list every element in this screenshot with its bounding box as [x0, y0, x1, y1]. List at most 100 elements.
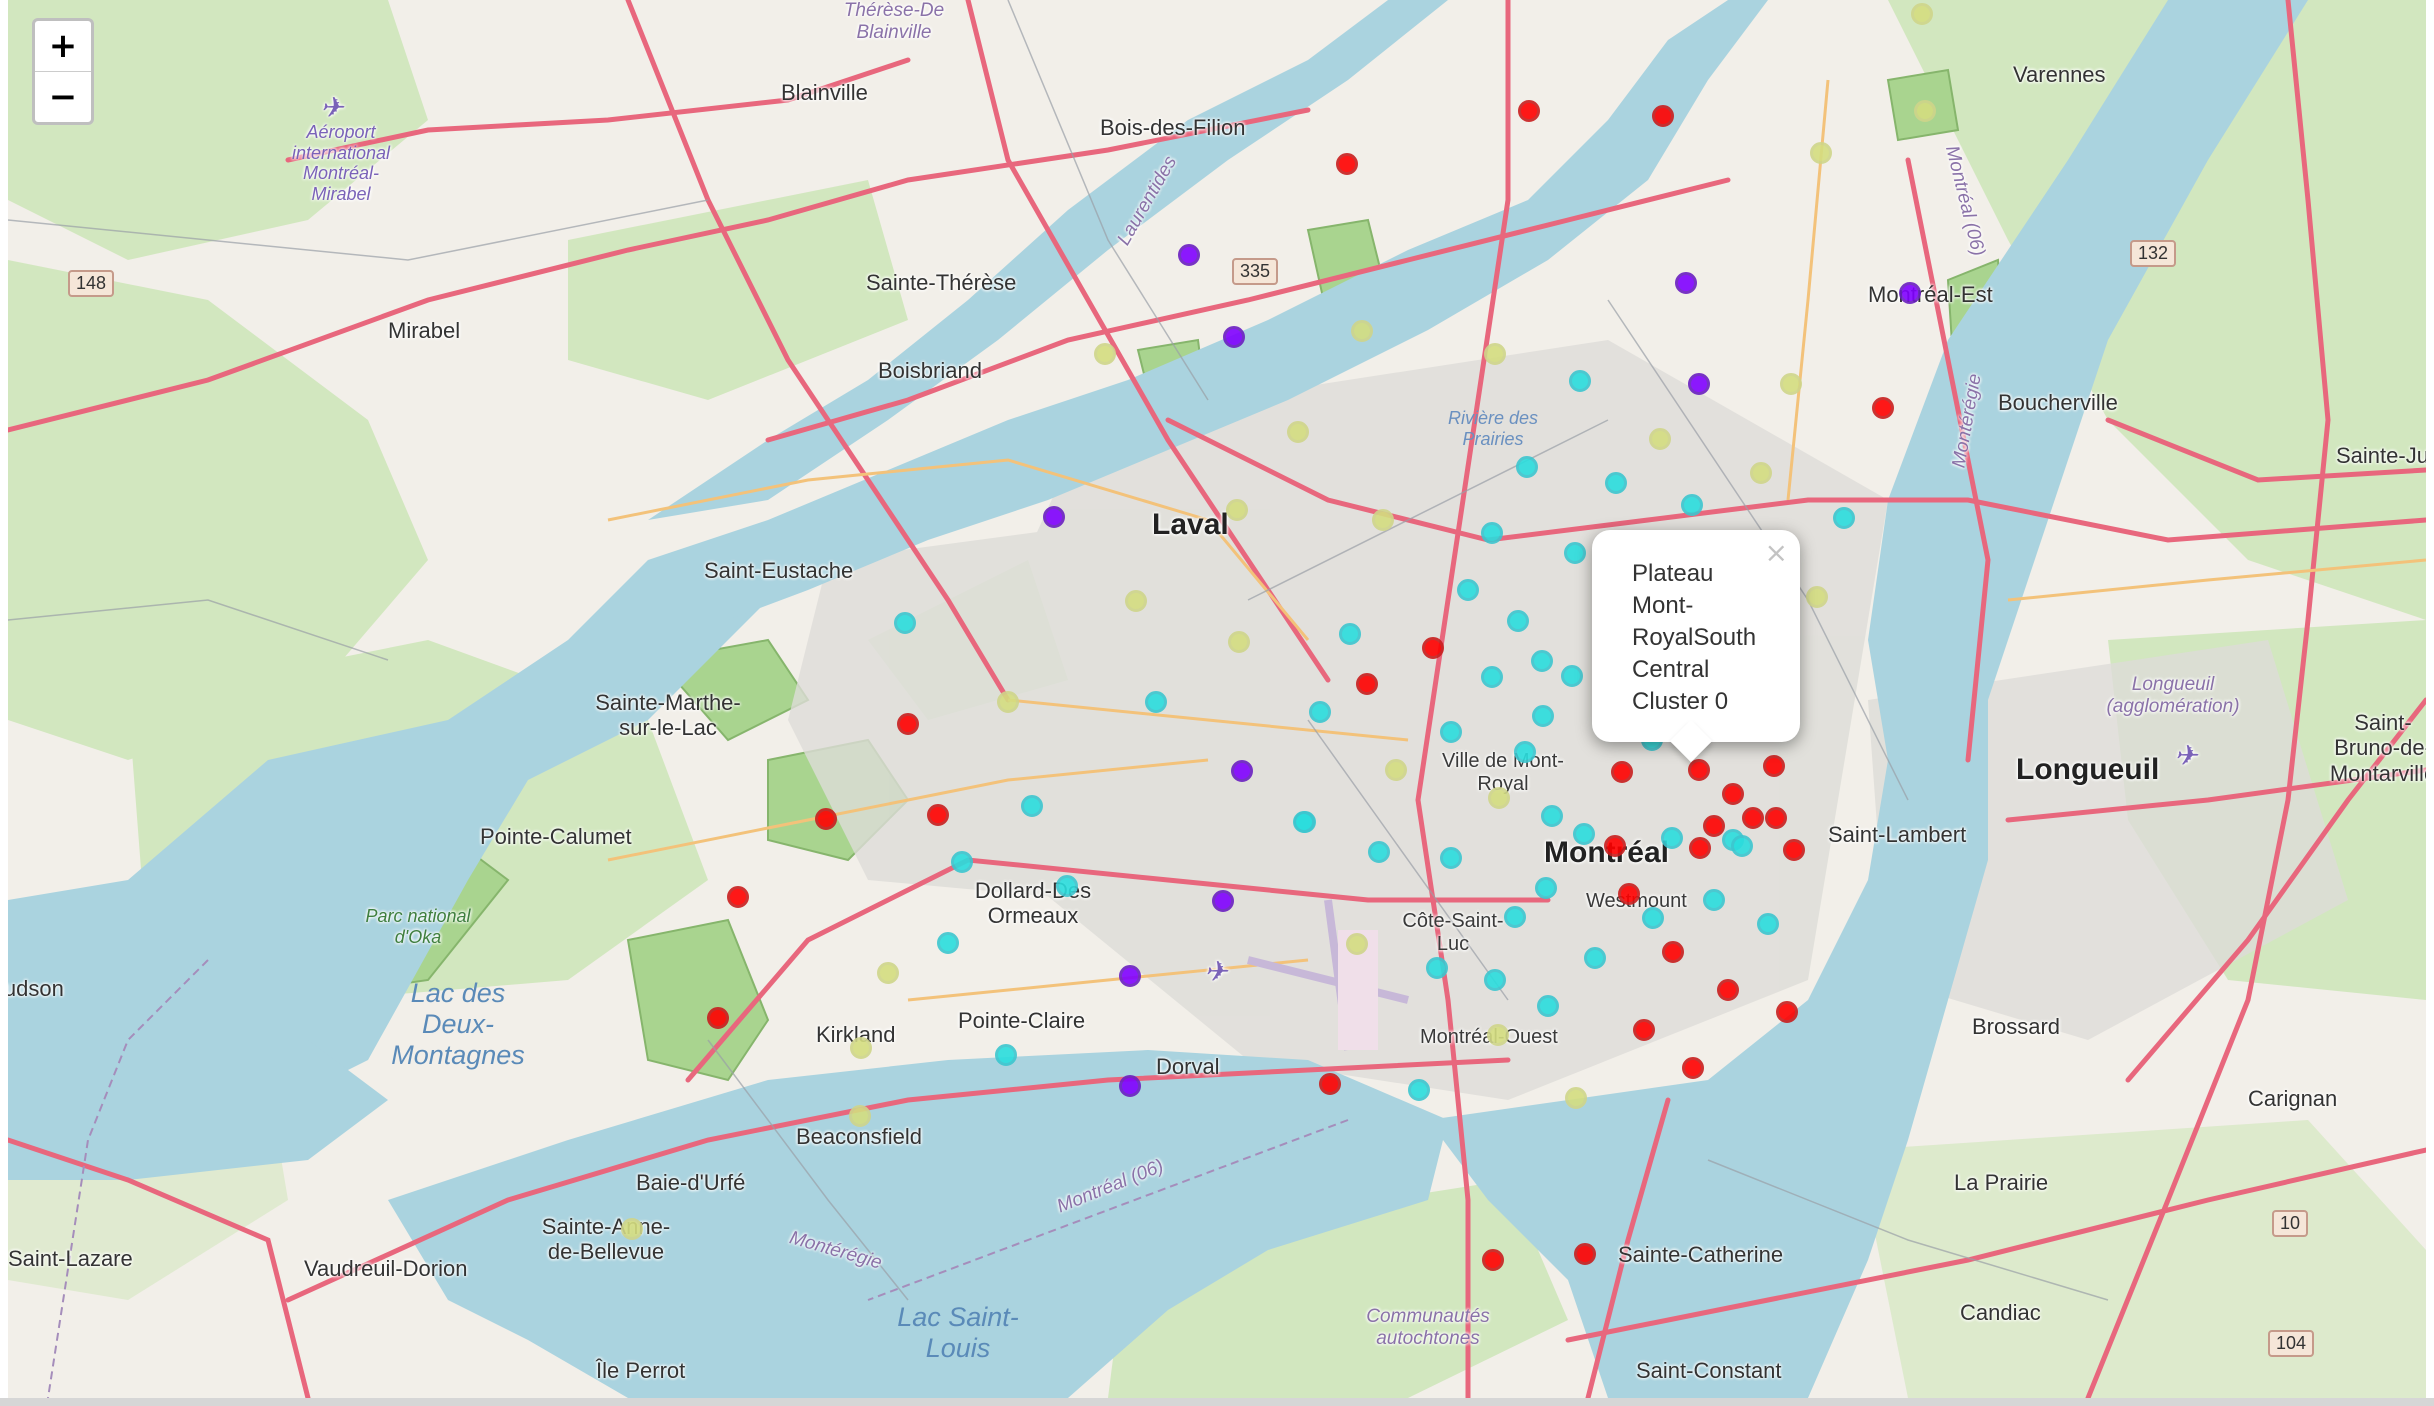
cluster-2-marker[interactable] [1309, 701, 1331, 723]
cluster-0-marker[interactable] [1604, 835, 1626, 857]
cluster-1-marker[interactable] [1119, 965, 1141, 987]
cluster-2-marker[interactable] [894, 612, 916, 634]
cluster-2-marker[interactable] [1408, 1079, 1430, 1101]
cluster-3-marker[interactable] [1351, 320, 1373, 342]
cluster-2-marker[interactable] [1426, 957, 1448, 979]
cluster-2-marker[interactable] [1531, 650, 1553, 672]
cluster-3-marker[interactable] [1484, 343, 1506, 365]
cluster-0-marker[interactable] [1688, 759, 1710, 781]
cluster-2-marker[interactable] [1537, 995, 1559, 1017]
cluster-2-marker[interactable] [1339, 623, 1361, 645]
cluster-0-marker[interactable] [1574, 1243, 1596, 1265]
cluster-2-marker[interactable] [1516, 456, 1538, 478]
cluster-2-marker[interactable] [1056, 875, 1078, 897]
cluster-1-marker[interactable] [1223, 326, 1245, 348]
cluster-0-marker[interactable] [1356, 673, 1378, 695]
cluster-2-marker[interactable] [1833, 507, 1855, 529]
cluster-2-marker[interactable] [1440, 847, 1462, 869]
cluster-1-marker[interactable] [1212, 890, 1234, 912]
cluster-2-marker[interactable] [1532, 705, 1554, 727]
cluster-2-marker[interactable] [1507, 610, 1529, 632]
cluster-0-marker[interactable] [1776, 1001, 1798, 1023]
cluster-0-marker[interactable] [815, 808, 837, 830]
cluster-2-marker[interactable] [1605, 472, 1627, 494]
cluster-2-marker[interactable] [1457, 579, 1479, 601]
cluster-0-marker[interactable] [1518, 100, 1540, 122]
cluster-1-marker[interactable] [1043, 506, 1065, 528]
cluster-3-marker[interactable] [1226, 499, 1248, 521]
cluster-0-marker[interactable] [1336, 153, 1358, 175]
cluster-2-marker[interactable] [1642, 907, 1664, 929]
cluster-3-marker[interactable] [849, 1105, 871, 1127]
cluster-2-marker[interactable] [1584, 947, 1606, 969]
cluster-3-marker[interactable] [1372, 509, 1394, 531]
cluster-0-marker[interactable] [1482, 1249, 1504, 1271]
cluster-1-marker[interactable] [1119, 1075, 1141, 1097]
cluster-0-marker[interactable] [1662, 941, 1684, 963]
cluster-3-marker[interactable] [1780, 373, 1802, 395]
cluster-0-marker[interactable] [1682, 1057, 1704, 1079]
cluster-0-marker[interactable] [1872, 397, 1894, 419]
cluster-2-marker[interactable] [995, 1044, 1017, 1066]
cluster-0-marker[interactable] [927, 804, 949, 826]
cluster-1-marker[interactable] [1231, 760, 1253, 782]
cluster-3-marker[interactable] [1287, 421, 1309, 443]
cluster-3-marker[interactable] [1911, 3, 1933, 25]
cluster-3-marker[interactable] [1125, 590, 1147, 612]
cluster-2-marker[interactable] [1535, 877, 1557, 899]
cluster-3-marker[interactable] [997, 691, 1019, 713]
cluster-3-marker[interactable] [621, 1218, 643, 1240]
zoom-in-button[interactable]: + [35, 21, 91, 71]
cluster-0-marker[interactable] [1783, 839, 1805, 861]
cluster-2-marker[interactable] [1368, 841, 1390, 863]
cluster-3-marker[interactable] [1565, 1087, 1587, 1109]
cluster-2-marker[interactable] [1145, 691, 1167, 713]
cluster-0-marker[interactable] [1742, 807, 1764, 829]
cluster-0-marker[interactable] [1722, 783, 1744, 805]
cluster-2-marker[interactable] [937, 932, 959, 954]
cluster-2-marker[interactable] [1573, 823, 1595, 845]
cluster-0-marker[interactable] [1765, 807, 1787, 829]
cluster-0-marker[interactable] [1618, 883, 1640, 905]
cluster-1-marker[interactable] [1688, 373, 1710, 395]
cluster-1-marker[interactable] [1675, 272, 1697, 294]
cluster-3-marker[interactable] [1806, 586, 1828, 608]
cluster-1-marker[interactable] [1899, 282, 1921, 304]
cluster-2-marker[interactable] [1569, 370, 1591, 392]
cluster-3-marker[interactable] [1346, 933, 1368, 955]
cluster-2-marker[interactable] [1661, 827, 1683, 849]
cluster-2-marker[interactable] [1703, 889, 1725, 911]
cluster-2-marker[interactable] [1021, 795, 1043, 817]
cluster-2-marker[interactable] [1757, 913, 1779, 935]
cluster-2-marker[interactable] [1481, 666, 1503, 688]
cluster-2-marker[interactable] [1514, 741, 1536, 763]
cluster-0-marker[interactable] [707, 1007, 729, 1029]
cluster-3-marker[interactable] [1914, 100, 1936, 122]
cluster-2-marker[interactable] [951, 851, 973, 873]
cluster-0-marker[interactable] [1633, 1019, 1655, 1041]
zoom-out-button[interactable]: − [35, 71, 91, 122]
cluster-2-marker[interactable] [1561, 665, 1583, 687]
popup-close-button[interactable]: × [1765, 536, 1788, 569]
cluster-3-marker[interactable] [1810, 142, 1832, 164]
cluster-1-marker[interactable] [1178, 244, 1200, 266]
cluster-3-marker[interactable] [1228, 631, 1250, 653]
cluster-3-marker[interactable] [1385, 759, 1407, 781]
cluster-0-marker[interactable] [1422, 637, 1444, 659]
cluster-0-marker[interactable] [1689, 837, 1711, 859]
cluster-2-marker[interactable] [1564, 542, 1586, 564]
cluster-3-marker[interactable] [1649, 428, 1671, 450]
cluster-0-marker[interactable] [1319, 1073, 1341, 1095]
cluster-2-marker[interactable] [1440, 721, 1462, 743]
cluster-2-marker[interactable] [1481, 522, 1503, 544]
cluster-0-marker[interactable] [897, 713, 919, 735]
cluster-2-marker[interactable] [1541, 805, 1563, 827]
cluster-2-marker[interactable] [1484, 969, 1506, 991]
cluster-0-marker[interactable] [727, 886, 749, 908]
cluster-0-marker[interactable] [1611, 761, 1633, 783]
cluster-2-marker[interactable] [1681, 494, 1703, 516]
cluster-0-marker[interactable] [1717, 979, 1739, 1001]
cluster-0-marker[interactable] [1763, 755, 1785, 777]
cluster-2-marker[interactable] [1504, 906, 1526, 928]
cluster-3-marker[interactable] [1750, 462, 1772, 484]
